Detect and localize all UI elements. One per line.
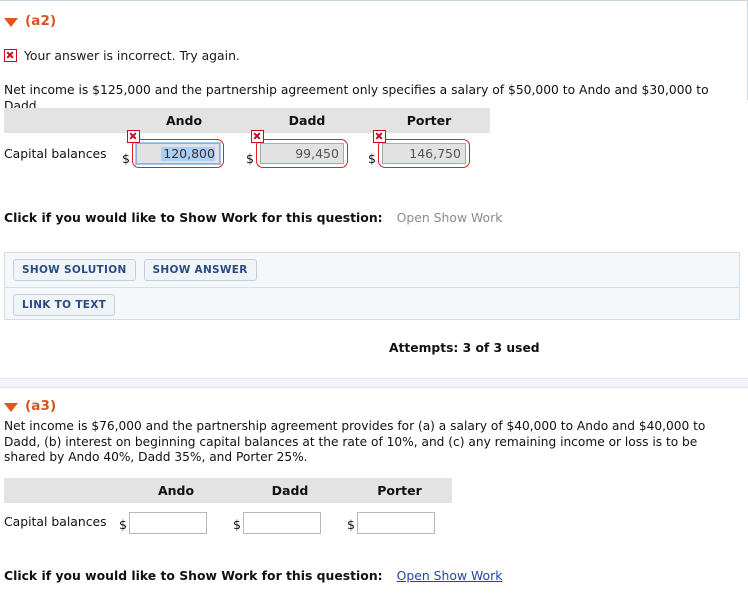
currency-symbol-dadd-a3: $ [233,516,241,532]
incorrect-x-icon-ando-a2 [126,130,140,143]
col-header-dadd-a2: Dadd [246,108,368,133]
attempts-status: Attempts: 3 of 3 used [389,341,540,355]
capital-balances-table-a2: Ando Dadd Porter Capital balances $ 120,… [4,108,490,174]
section-a2-feedback: Your answer is incorrect. Try again. [0,48,748,63]
action-panel-row-1: SHOW SOLUTION SHOW ANSWER [5,253,739,287]
currency-symbol-porter-a3: $ [347,516,355,532]
feedback-text: Your answer is incorrect. Try again. [24,48,240,63]
show-work-label-a3: Click if you would like to Show Work for… [4,568,383,583]
capital-balance-input-ando-a2[interactable] [135,143,220,164]
error-outline-porter-a2 [372,130,470,168]
section-a2-label: (a2) [25,13,57,29]
incorrect-x-icon-dadd-a2 [250,130,264,143]
show-answer-button[interactable]: SHOW ANSWER [143,259,257,281]
col-header-ando-a3: Ando [119,478,233,503]
col-header-ando-a2: Ando [122,108,246,133]
capital-balance-input-dadd-a2[interactable] [259,143,344,164]
section-a3-showwork-wrap: Click if you would like to Show Work for… [0,568,748,583]
cell-ando-a3: $ [119,503,233,540]
currency-symbol-ando-a2: $ [122,150,130,166]
incorrect-x-icon [4,49,17,62]
col-header-blank-a2 [4,108,122,133]
section-a2-heading[interactable]: (a2) [0,13,748,29]
col-header-porter-a3: Porter [347,478,452,503]
open-show-work-link-a3[interactable]: Open Show Work [397,568,503,583]
row-label-capital-balances-a3: Capital balances [4,514,107,529]
cell-dadd-a3: $ [233,503,347,540]
section-a3-prompt: Net income is $76,000 and the partnershi… [4,419,706,464]
section-a3-header: (a3) [0,398,748,414]
capital-balance-input-porter-a3[interactable] [356,512,435,534]
section-a3-table-wrap: Ando Dadd Porter Capital balances $ $ $ [0,478,748,540]
col-header-dadd-a3: Dadd [233,478,347,503]
currency-symbol-ando-a3: $ [119,516,127,532]
triangle-down-icon[interactable] [4,17,18,27]
cell-dadd-a2: $ [246,130,368,174]
triangle-down-icon[interactable] [4,402,18,412]
section-a3-heading[interactable]: (a3) [0,398,748,414]
error-outline-dadd-a2 [250,130,348,168]
section-a3-prompt-wrap: Net income is $76,000 and the partnershi… [0,419,748,466]
col-header-blank-a3 [4,478,119,503]
capital-balance-input-ando-a3[interactable] [128,512,207,534]
section-a2-header: (a2) [0,13,748,29]
link-to-text-button[interactable]: LINK TO TEXT [13,294,116,316]
capital-balance-input-porter-a2[interactable] [381,143,466,164]
capital-balance-input-dadd-a3[interactable] [242,512,321,534]
table-head-a3: Ando Dadd Porter [4,478,452,503]
show-solution-button[interactable]: SHOW SOLUTION [13,259,136,281]
table-body-a2: Capital balances $ 120,800 $ 99,450 $ 14… [4,130,490,174]
error-outline-ando-a2: 120,800 [126,130,224,168]
table-row: Capital balances $ 120,800 $ 99,450 $ 14… [4,130,490,174]
col-header-porter-a2: Porter [368,108,490,133]
question-page: (a2) Your answer is incorrect. Try again… [0,0,748,609]
action-panel-row-2: LINK TO TEXT [5,288,739,322]
show-work-label-a2: Click if you would like to Show Work for… [4,210,383,225]
capital-balances-table-a3: Ando Dadd Porter Capital balances $ $ $ [4,478,452,540]
currency-symbol-porter-a2: $ [368,150,376,166]
table-head-a2: Ando Dadd Porter [4,108,490,133]
frame-top-border [0,0,747,1]
cell-porter-a2: $ [368,130,490,174]
section-divider [0,378,748,388]
table-header-row-a3: Ando Dadd Porter [4,478,452,503]
table-header-row-a2: Ando Dadd Porter [4,108,490,133]
currency-symbol-dadd-a2: $ [246,150,254,166]
section-a3-label: (a3) [25,398,57,414]
cell-porter-a3: $ [347,503,452,540]
open-show-work-link-a2[interactable]: Open Show Work [397,210,503,225]
section-a2-table-wrap: Ando Dadd Porter Capital balances $ 120,… [0,108,748,174]
table-row: Capital balances $ $ $ [4,503,452,540]
action-panel-a2: SHOW SOLUTION SHOW ANSWER LINK TO TEXT [4,252,740,320]
incorrect-x-icon-porter-a2 [372,130,386,143]
cell-ando-a2: $ 120,800 [122,130,246,174]
input-selection-wrap-ando-a2: 120,800 [135,143,220,164]
row-label-capital-balances-a2: Capital balances [4,146,107,161]
section-a2-showwork-wrap: Click if you would like to Show Work for… [0,210,748,225]
table-body-a3: Capital balances $ $ $ [4,503,452,540]
